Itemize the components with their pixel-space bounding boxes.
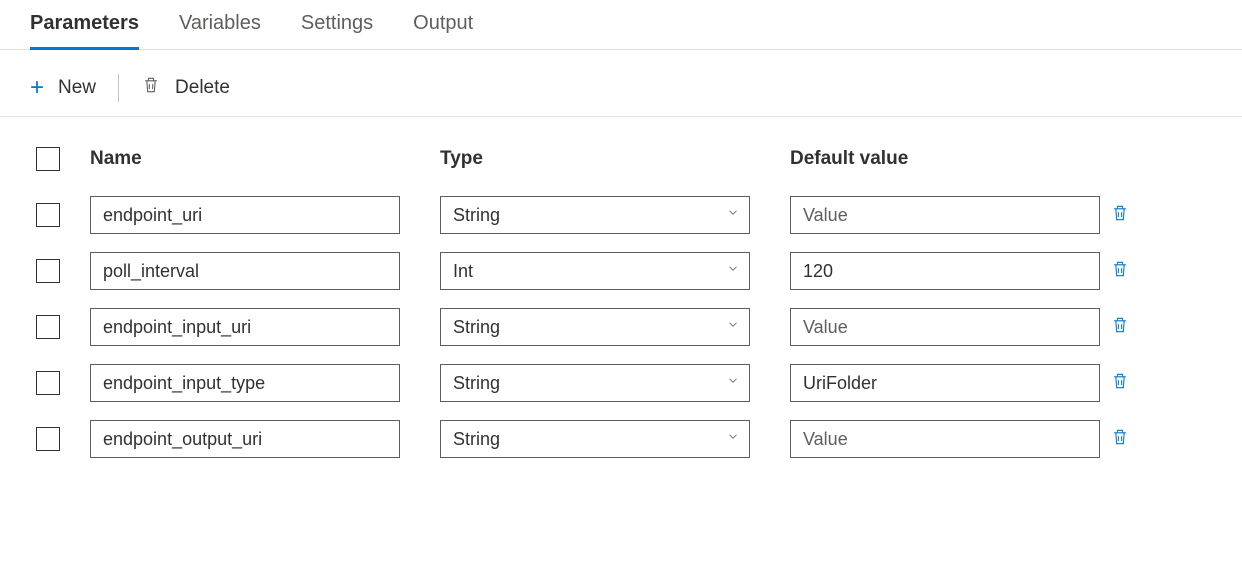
default-value-input[interactable]	[790, 308, 1100, 346]
type-select[interactable]	[440, 252, 750, 290]
delete-button-label: Delete	[175, 77, 230, 99]
name-input[interactable]	[90, 308, 400, 346]
name-input[interactable]	[90, 196, 400, 234]
delete-row-button[interactable]	[1110, 268, 1130, 285]
table-header: Name Type Default value	[30, 131, 1212, 187]
delete-row-button[interactable]	[1110, 436, 1130, 453]
row-checkbox[interactable]	[36, 371, 60, 395]
header-type: Type	[440, 148, 790, 170]
toolbar-divider	[118, 74, 119, 102]
type-select[interactable]	[440, 308, 750, 346]
default-value-input[interactable]	[790, 364, 1100, 402]
select-all-checkbox[interactable]	[36, 147, 60, 171]
tab-parameters[interactable]: Parameters	[30, 12, 139, 49]
header-name: Name	[90, 148, 440, 170]
header-default: Default value	[790, 148, 1110, 170]
row-checkbox[interactable]	[36, 315, 60, 339]
tab-output[interactable]: Output	[413, 12, 473, 49]
default-value-input[interactable]	[790, 420, 1100, 458]
type-select[interactable]	[440, 196, 750, 234]
new-button-label: New	[58, 77, 96, 99]
name-input[interactable]	[90, 364, 400, 402]
type-select[interactable]	[440, 420, 750, 458]
name-input[interactable]	[90, 252, 400, 290]
delete-row-button[interactable]	[1110, 324, 1130, 341]
table-row	[30, 243, 1212, 299]
delete-row-button[interactable]	[1110, 212, 1130, 229]
parameters-grid: Name Type Default value	[0, 117, 1242, 467]
row-checkbox[interactable]	[36, 427, 60, 451]
name-input[interactable]	[90, 420, 400, 458]
tab-bar: Parameters Variables Settings Output	[0, 0, 1242, 50]
table-row	[30, 411, 1212, 467]
toolbar: + New Delete	[0, 50, 1242, 117]
new-button[interactable]: + New	[30, 76, 96, 100]
default-value-input[interactable]	[790, 252, 1100, 290]
row-checkbox[interactable]	[36, 259, 60, 283]
table-row	[30, 187, 1212, 243]
tab-variables[interactable]: Variables	[179, 12, 261, 49]
table-row	[30, 355, 1212, 411]
row-checkbox[interactable]	[36, 203, 60, 227]
type-select[interactable]	[440, 364, 750, 402]
delete-button[interactable]: Delete	[141, 74, 230, 102]
default-value-input[interactable]	[790, 196, 1100, 234]
table-row	[30, 299, 1212, 355]
delete-row-button[interactable]	[1110, 380, 1130, 397]
trash-icon	[141, 74, 161, 102]
plus-icon: +	[30, 76, 44, 100]
tab-settings[interactable]: Settings	[301, 12, 373, 49]
